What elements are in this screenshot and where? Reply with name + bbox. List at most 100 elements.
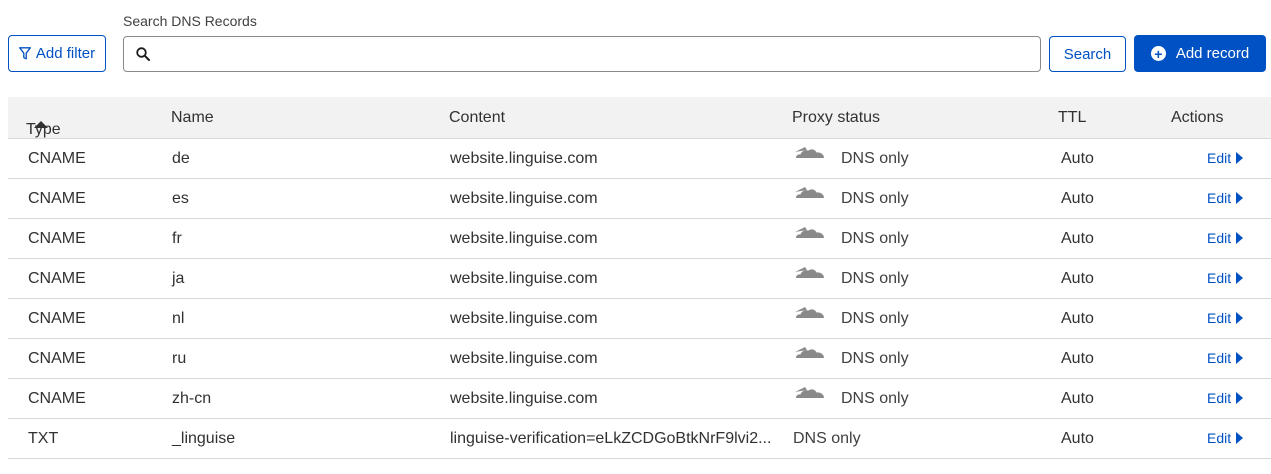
search-label: Search DNS Records [123, 13, 257, 29]
edit-button[interactable]: Edit [1207, 350, 1244, 366]
edit-label: Edit [1207, 230, 1232, 246]
record-name: es [172, 190, 189, 207]
header-name: Name [171, 109, 214, 126]
dns-records-table: Type Name Content Proxy status TTL Actio… [8, 97, 1271, 459]
edit-label: Edit [1207, 190, 1232, 206]
proxy-status-label: DNS only [841, 310, 909, 327]
cloud-dns-only-icon [795, 147, 824, 158]
record-name: zh-cn [172, 390, 212, 407]
cloud-dns-only-icon [795, 187, 824, 198]
record-content: website.linguise.com [450, 310, 598, 327]
add-filter-label: Add filter [35, 45, 96, 62]
edit-button[interactable]: Edit [1207, 310, 1244, 326]
proxy-status: DNS only [793, 387, 909, 408]
proxy-status: DNS only [793, 430, 861, 448]
caret-right-icon [1236, 352, 1244, 364]
record-ttl: Auto [1061, 390, 1094, 407]
edit-button[interactable]: Edit [1207, 190, 1244, 206]
record-name: _linguise [172, 430, 236, 447]
table-row: CNAME es website.linguise.com DNS only Auto E… [8, 179, 1271, 219]
caret-right-icon [1236, 192, 1244, 204]
record-ttl: Auto [1061, 150, 1094, 167]
edit-button[interactable]: Edit [1207, 270, 1244, 286]
header-ttl: TTL [1058, 109, 1087, 126]
edit-button[interactable]: Edit [1207, 430, 1244, 446]
table-row: CNAME nl website.linguise.com DNS only Auto E… [8, 299, 1271, 339]
edit-label: Edit [1207, 350, 1232, 366]
edit-button[interactable]: Edit [1207, 150, 1244, 166]
record-content: website.linguise.com [450, 270, 598, 287]
record-type: CNAME [28, 270, 86, 287]
caret-right-icon [1236, 272, 1244, 284]
caret-right-icon [1236, 232, 1244, 244]
search-button[interactable]: Search [1049, 36, 1126, 72]
edit-label: Edit [1207, 270, 1232, 286]
search-field[interactable] [123, 36, 1041, 72]
cloud-dns-only-icon [795, 267, 824, 278]
record-name: fr [172, 230, 182, 247]
record-name: de [172, 150, 190, 167]
proxy-status: DNS only [793, 187, 909, 208]
edit-label: Edit [1207, 310, 1232, 326]
record-type: CNAME [28, 350, 86, 367]
add-record-button[interactable]: + Add record [1134, 35, 1266, 72]
table-row: TXT _linguise linguise-verification=eLkZCD… [8, 419, 1271, 459]
record-type: TXT [28, 430, 59, 447]
record-type: CNAME [28, 310, 86, 327]
cloud-dns-only-icon [795, 387, 824, 398]
search-icon [136, 47, 150, 61]
record-ttl: Auto [1061, 190, 1094, 207]
table-row: CNAME zh-cn website.linguise.com DNS only Au… [8, 379, 1271, 419]
filter-icon [18, 47, 31, 60]
caret-right-icon [1236, 392, 1244, 404]
table-row: CNAME ja website.linguise.com DNS only Auto E… [8, 259, 1271, 299]
cloud-dns-only-icon [795, 347, 824, 358]
search-input[interactable] [158, 39, 1040, 69]
caret-right-icon [1236, 432, 1244, 444]
cloud-dns-only-icon [795, 307, 824, 318]
table-row: CNAME ru website.linguise.com DNS only Auto E… [8, 339, 1271, 379]
caret-right-icon [1236, 152, 1244, 164]
table-row: CNAME de website.linguise.com DNS only Auto E… [8, 139, 1271, 179]
edit-button[interactable]: Edit [1207, 390, 1244, 406]
record-ttl: Auto [1061, 230, 1094, 247]
proxy-status-label: DNS only [841, 350, 909, 367]
proxy-status: DNS only [793, 347, 909, 368]
proxy-status: DNS only [793, 147, 909, 168]
record-type: CNAME [28, 390, 86, 407]
record-content: website.linguise.com [450, 350, 598, 367]
record-content: website.linguise.com [450, 150, 598, 167]
dns-toolbar: Add filter Search DNS Records Search + A… [0, 0, 1271, 96]
edit-button[interactable]: Edit [1207, 230, 1244, 246]
add-filter-button[interactable]: Add filter [8, 35, 106, 72]
edit-label: Edit [1207, 390, 1232, 406]
sort-asc-icon [34, 121, 48, 128]
record-content: website.linguise.com [450, 390, 598, 407]
proxy-status: DNS only [793, 307, 909, 328]
proxy-status-label: DNS only [841, 270, 909, 287]
table-header: Type Name Content Proxy status TTL Actio… [8, 97, 1271, 139]
proxy-status: DNS only [793, 227, 909, 248]
record-name: ru [172, 350, 187, 367]
record-type: CNAME [28, 230, 86, 247]
record-ttl: Auto [1061, 270, 1094, 287]
record-content: website.linguise.com [450, 190, 598, 207]
plus-circle-icon: + [1150, 46, 1166, 61]
header-actions: Actions [1171, 109, 1224, 126]
record-ttl: Auto [1061, 430, 1094, 447]
table-body: CNAME de website.linguise.com DNS only Auto E… [8, 139, 1271, 459]
proxy-status-label: DNS only [793, 430, 861, 447]
record-ttl: Auto [1061, 310, 1094, 327]
proxy-status-label: DNS only [841, 230, 909, 247]
table-row: CNAME fr website.linguise.com DNS only Auto E… [8, 219, 1271, 259]
header-content: Content [449, 109, 506, 126]
record-type: CNAME [28, 190, 86, 207]
record-ttl: Auto [1061, 350, 1094, 367]
edit-label: Edit [1207, 150, 1232, 166]
search-button-label: Search [1063, 45, 1112, 63]
caret-right-icon [1236, 312, 1244, 324]
proxy-status: DNS only [793, 267, 909, 288]
record-type: CNAME [28, 150, 86, 167]
proxy-status-label: DNS only [841, 390, 909, 407]
header-proxy-status: Proxy status [792, 109, 881, 126]
